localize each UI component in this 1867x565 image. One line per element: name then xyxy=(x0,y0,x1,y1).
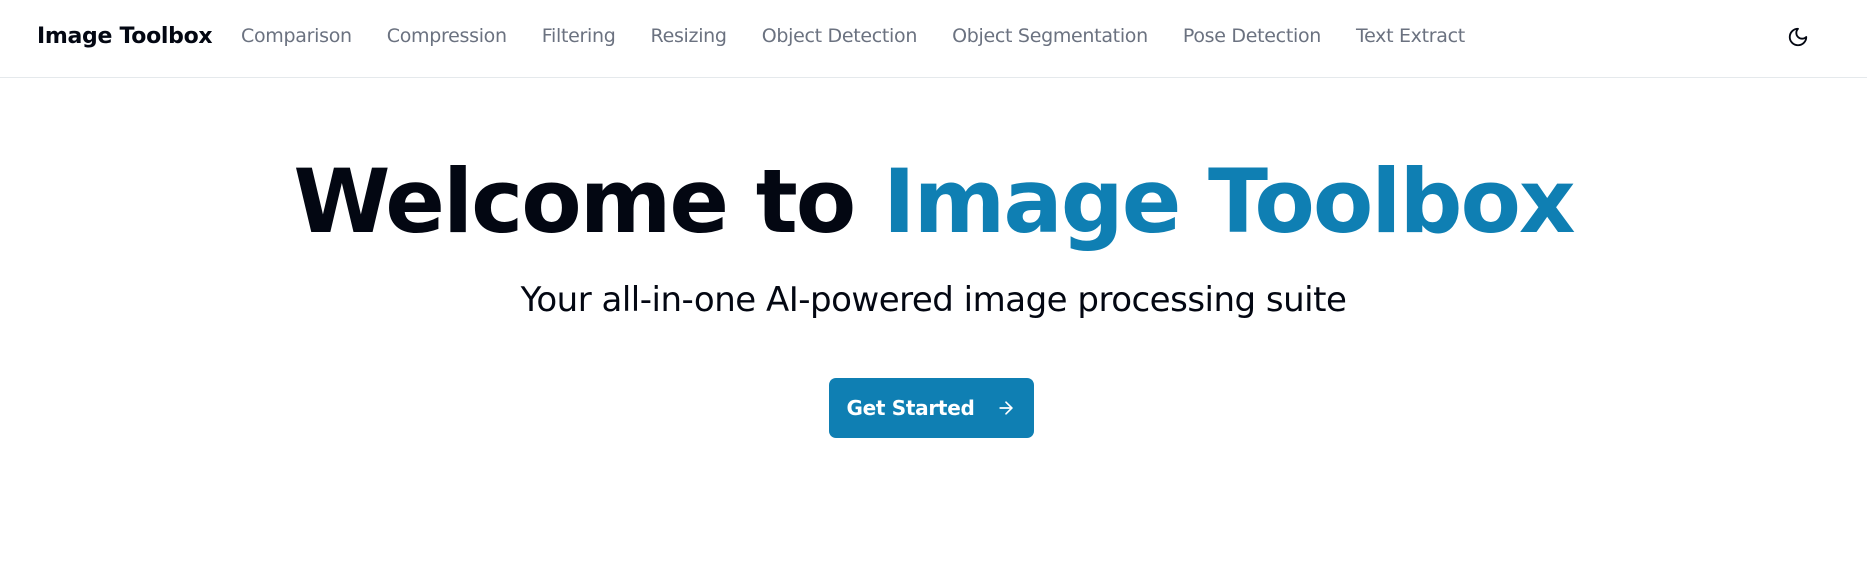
nav-item-pose-detection[interactable]: Pose Detection xyxy=(1183,25,1321,47)
top-navbar: Image Toolbox Comparison Compression Fil… xyxy=(0,0,1867,78)
hero-title-prefix: Welcome to xyxy=(293,150,883,253)
hero-title-accent: Image Toolbox xyxy=(882,150,1576,253)
nav-item-comparison[interactable]: Comparison xyxy=(241,25,352,47)
theme-toggle-button[interactable] xyxy=(1782,22,1814,54)
brand-logo[interactable]: Image Toolbox xyxy=(37,24,213,49)
moon-icon xyxy=(1787,26,1809,51)
nav-item-compression[interactable]: Compression xyxy=(387,25,507,47)
arrow-right-icon xyxy=(996,398,1016,418)
nav-item-text-extract[interactable]: Text Extract xyxy=(1356,25,1465,47)
hero-section: Welcome to Image Toolbox Your all-in-one… xyxy=(0,78,1867,321)
nav-item-object-segmentation[interactable]: Object Segmentation xyxy=(952,25,1148,47)
get-started-button[interactable]: Get Started xyxy=(829,378,1034,438)
hero-subtitle: Your all-in-one AI-powered image process… xyxy=(520,280,1347,320)
nav-links: Comparison Compression Filtering Resizin… xyxy=(241,25,1500,47)
hero-title: Welcome to Image Toolbox xyxy=(0,152,1867,252)
nav-item-filtering[interactable]: Filtering xyxy=(542,25,616,47)
nav-item-object-detection[interactable]: Object Detection xyxy=(762,25,918,47)
get-started-label: Get Started xyxy=(846,396,975,420)
nav-item-resizing[interactable]: Resizing xyxy=(651,25,727,47)
